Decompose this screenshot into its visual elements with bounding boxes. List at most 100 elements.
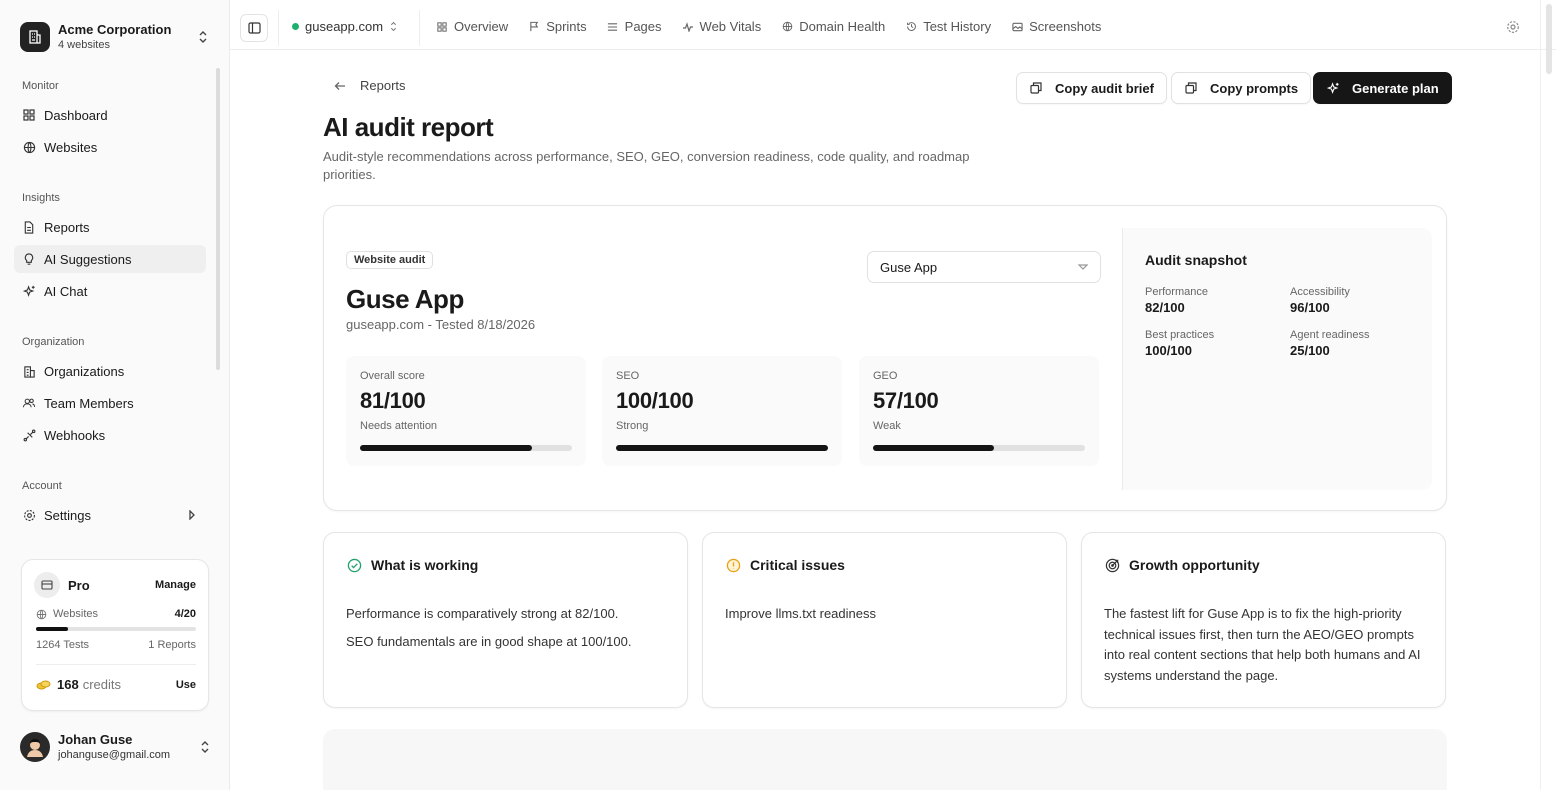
snapshot-item-performance: Performance 82/100 [1145,285,1208,317]
chevrons-updown-icon [196,28,210,46]
generate-plan-button[interactable]: Generate plan [1313,72,1452,104]
section-label-organization: Organization [22,336,85,348]
grid-icon [436,21,448,33]
plan-card: Pro Manage Websites 4/20 1264 Tests 1 Re… [21,559,209,711]
score-value: 57/100 [873,388,939,413]
sidebar-item-label: Settings [44,507,91,523]
plan-websites-progress-fill [36,627,68,631]
status-dot [292,23,299,30]
use-credits-link[interactable]: Use [176,679,196,691]
score-progress-fill [873,445,994,451]
flag-icon [528,21,540,33]
back-to-reports-link[interactable]: Reports [334,78,406,93]
coins-icon [36,679,51,691]
card-title: What is working [371,557,479,573]
user-text: Johan Guse johanguse@gmail.com [58,732,198,762]
sidebar-item-ai-chat[interactable]: AI Chat [14,277,206,305]
plan-websites-progress [36,627,196,631]
site-selector-value: guseapp.com [305,19,384,34]
score-value: 100/100 [616,388,694,413]
score-progress [873,445,1085,451]
sidebar-scrollbar[interactable] [216,68,220,370]
growth-opportunity-card: Growth opportunity The fastest lift for … [1081,532,1446,708]
score-status: Needs attention [360,420,438,432]
sidebar-item-label: Organizations [44,363,125,379]
user-name: Johan Guse [58,732,133,747]
users-icon [22,396,36,410]
plan-tests-count: 1264 Tests [36,639,90,651]
tab-label: Pages [624,19,662,34]
card-line: Improve llms.txt readiness [725,606,876,621]
tab-label: Screenshots [1029,19,1102,34]
credits-label: credits [82,677,121,692]
tab-pages[interactable]: Pages [607,19,662,34]
gear-icon[interactable] [1506,20,1520,34]
snapshot-item-agent-readiness: Agent readiness 25/100 [1290,328,1370,360]
org-switcher[interactable]: Acme Corporation 4 websites [20,18,210,56]
sidebar: Acme Corporation 4 websites Monitor Dash… [0,0,230,790]
sidebar-item-reports[interactable]: Reports [14,213,206,241]
snapshot-label: Agent readiness [1290,329,1370,341]
sidebar-item-label: Websites [44,139,98,155]
sidebar-item-webhooks[interactable]: Webhooks [14,421,206,449]
tab-sprints[interactable]: Sprints [528,19,587,34]
avatar [20,732,50,762]
tab-label: Sprints [546,19,587,34]
website-audit-badge: Website audit [346,251,434,269]
page-scrollbar[interactable] [1540,0,1556,790]
copy-prompts-button[interactable]: Copy prompts [1171,72,1312,104]
tab-label: Test History [923,19,992,34]
card-header: Critical issues [725,557,845,573]
user-email: johanguse@gmail.com [58,749,171,761]
plan-name: Pro [68,577,90,593]
score-progress-fill [360,445,532,451]
plan-websites-label: Websites [53,608,99,620]
scrollbar-thumb[interactable] [1546,4,1552,74]
card-line: Performance is comparatively strong at 8… [346,606,619,621]
app-selector[interactable]: Guse App [867,251,1101,283]
section-label-monitor: Monitor [22,80,59,92]
tab-web-vitals[interactable]: Web Vitals [682,19,762,34]
what-is-working-card: What is working Performance is comparati… [323,532,688,708]
sidebar-item-websites[interactable]: Websites [14,133,206,161]
snapshot-item-accessibility: Accessibility 96/100 [1290,285,1350,317]
site-selector[interactable]: guseapp.com [292,19,397,34]
tab-domain-health[interactable]: Domain Health [781,19,885,34]
audit-summary-card: Website audit Guse App guseapp.com - Tes… [323,205,1447,511]
sidebar-item-label: Team Members [44,395,134,411]
sidebar-item-dashboard[interactable]: Dashboard [14,101,206,129]
tab-test-history[interactable]: Test History [905,19,991,34]
snapshot-value: 82/100 [1145,300,1185,315]
manage-plan-link[interactable]: Manage [155,579,196,591]
globe-icon [22,140,36,154]
snapshot-value: 25/100 [1290,343,1330,358]
sidebar-toggle-button[interactable] [240,14,268,42]
tab-label: Overview [454,19,509,34]
user-menu[interactable]: Johan Guse johanguse@gmail.com [20,730,212,764]
sidebar-item-label: AI Chat [44,283,88,299]
sidebar-item-ai-suggestions[interactable]: AI Suggestions [14,245,206,273]
snapshot-label: Performance [1145,286,1208,298]
sidebar-item-organizations[interactable]: Organizations [14,357,206,385]
score-label: GEO [873,370,898,382]
snapshot-label: Accessibility [1290,286,1350,298]
org-website-count: 4 websites [58,39,110,51]
score-progress [360,445,572,451]
alert-circle-icon [725,557,741,573]
grid-icon [22,108,36,122]
building-icon [22,364,36,378]
plan-websites-row: Websites 4/20 [36,608,196,620]
snapshot-value: 100/100 [1145,343,1192,358]
file-text-icon [22,220,36,234]
sparkles-icon [22,284,36,298]
sidebar-item-team-members[interactable]: Team Members [14,389,206,417]
divider [419,10,420,46]
tab-overview[interactable]: Overview [436,19,508,34]
copy-audit-brief-button[interactable]: Copy audit brief [1016,72,1167,104]
tab-label: Web Vitals [699,19,762,34]
sidebar-item-settings[interactable]: Settings [14,501,206,529]
plan-websites-value: 4/20 [174,608,196,620]
tab-screenshots[interactable]: Screenshots [1011,19,1101,34]
gear-icon [22,508,36,522]
score-label: SEO [616,370,640,382]
